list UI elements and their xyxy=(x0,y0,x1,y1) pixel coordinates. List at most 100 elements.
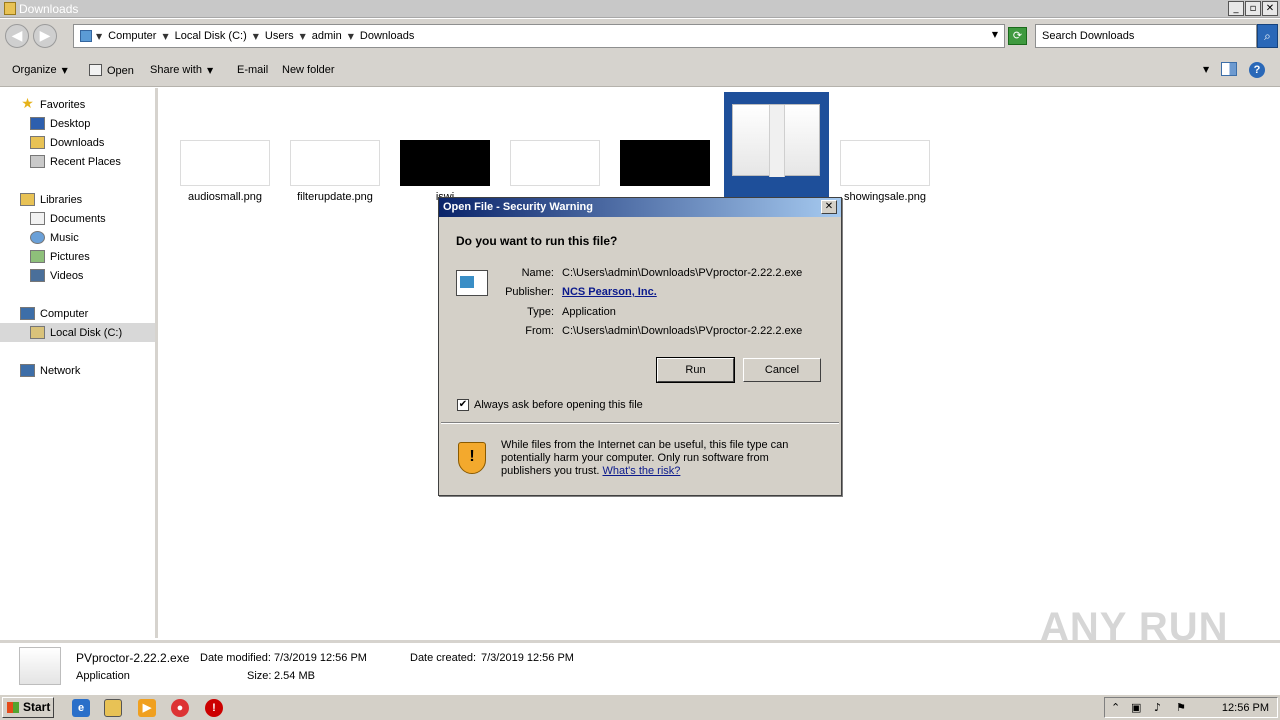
clock[interactable]: 12:56 PM xyxy=(1222,702,1269,714)
share-with-button[interactable]: Share with ▼ xyxy=(150,64,213,76)
view-options-button[interactable]: ▼ xyxy=(1198,63,1209,75)
sidebar-item-computer[interactable]: Computer xyxy=(0,304,155,323)
documents-icon xyxy=(30,212,45,225)
search-input[interactable]: Search Downloads xyxy=(1035,24,1257,48)
type-label: Type: xyxy=(527,306,554,318)
music-icon xyxy=(30,231,45,244)
folder-icon xyxy=(4,2,16,15)
application-icon xyxy=(456,270,488,296)
forward-button[interactable]: ▶ xyxy=(33,24,57,48)
name-label: Name: xyxy=(521,267,554,279)
help-icon[interactable]: ? xyxy=(1249,62,1265,78)
file-thumbnail xyxy=(510,140,600,186)
window-title: Downloads xyxy=(19,2,79,16)
system-tray: ⌃ ▣ ♪ ⚑ 12:56 PM xyxy=(1104,697,1278,718)
sidebar-item-network[interactable]: Network xyxy=(0,361,155,380)
sidebar-item-videos[interactable]: Videos xyxy=(0,266,155,285)
breadcrumb-users[interactable]: Users xyxy=(265,30,294,42)
start-button[interactable]: Start xyxy=(2,697,54,718)
file-thumbnail xyxy=(290,140,380,186)
breadcrumb-downloads[interactable]: Downloads xyxy=(360,30,414,42)
volume-icon[interactable]: ♪ xyxy=(1154,701,1161,714)
network-icon xyxy=(20,364,35,377)
chevron-up-icon[interactable]: ⌃ xyxy=(1111,701,1120,714)
breadcrumb-local-disk[interactable]: Local Disk (C:) xyxy=(175,30,247,42)
downloads-folder-icon xyxy=(30,136,45,149)
sidebar-item-libraries[interactable]: Libraries xyxy=(0,190,155,209)
from-value: C:\Users\admin\Downloads\PVproctor-2.22.… xyxy=(562,325,803,337)
file-thumbnail xyxy=(180,140,270,186)
window-controls: _ ▫ ✕ xyxy=(1228,1,1278,16)
recent-places-icon xyxy=(30,155,45,168)
breadcrumb-computer[interactable]: Computer xyxy=(108,30,156,42)
dialog-question: Do you want to run this file? xyxy=(456,234,618,248)
sidebar-item-favorites[interactable]: ★ Favorites xyxy=(0,95,155,114)
chevron-down-icon: ▼ xyxy=(61,66,68,75)
breadcrumb: ▼ Computer ▼ Local Disk (C:) ▼ Users ▼ a… xyxy=(96,30,415,42)
chrome-icon[interactable]: ● xyxy=(171,699,189,717)
preview-pane-icon[interactable] xyxy=(1221,62,1237,76)
close-button[interactable]: ✕ xyxy=(1262,1,1278,16)
created-label: Date created: xyxy=(410,652,477,664)
modified-label: Date modified: xyxy=(200,652,271,664)
stop-icon[interactable]: ! xyxy=(205,699,223,717)
search-icon[interactable]: ⌕ xyxy=(1257,24,1278,48)
network-tray-icon[interactable]: ▣ xyxy=(1131,701,1141,714)
selected-file-item[interactable] xyxy=(724,92,829,200)
file-thumbnail xyxy=(620,140,710,186)
star-icon: ★ xyxy=(21,96,34,112)
dialog-close-button[interactable]: ✕ xyxy=(821,200,837,214)
address-bar[interactable]: ▼ Computer ▼ Local Disk (C:) ▼ Users ▼ a… xyxy=(73,24,1005,48)
refresh-button[interactable]: ⟳ xyxy=(1008,27,1027,45)
shield-warning-icon: ! xyxy=(458,442,486,474)
created-value: 7/3/2019 12:56 PM xyxy=(481,652,574,664)
details-filename: PVproctor-2.22.2.exe xyxy=(76,651,190,665)
sidebar-item-downloads[interactable]: Downloads xyxy=(0,133,155,152)
installer-box-icon xyxy=(732,104,820,177)
taskbar: Start e ▶ ● ! ⌃ ▣ ♪ ⚑ 12:56 PM xyxy=(0,694,1280,720)
always-ask-checkbox[interactable]: ✔ xyxy=(457,399,469,411)
publisher-link[interactable]: NCS Pearson, Inc. xyxy=(562,286,657,298)
desktop-icon xyxy=(30,117,45,130)
minimize-button[interactable]: _ xyxy=(1228,1,1244,16)
videos-icon xyxy=(30,269,45,282)
chevron-down-icon[interactable]: ▼ xyxy=(992,30,998,39)
file-name: showingsale.png xyxy=(844,191,926,203)
warning-text: While files from the Internet can be use… xyxy=(501,439,789,477)
details-pane: PVproctor-2.22.2.exe Date modified: 7/3/… xyxy=(0,640,1280,692)
from-label: From: xyxy=(525,325,554,337)
sidebar-item-pictures[interactable]: Pictures xyxy=(0,247,155,266)
run-button[interactable]: Run xyxy=(656,357,735,383)
maximize-button[interactable]: ▫ xyxy=(1245,1,1261,16)
pictures-icon xyxy=(30,250,45,263)
sidebar-item-music[interactable]: Music xyxy=(0,228,155,247)
type-value: Application xyxy=(562,306,616,318)
organize-button[interactable]: Organize ▼ xyxy=(12,64,68,76)
open-button[interactable]: Open xyxy=(89,64,134,77)
file-name: filterupdate.png xyxy=(297,191,373,203)
sidebar-item-desktop[interactable]: Desktop xyxy=(0,114,155,133)
divider xyxy=(441,422,839,424)
size-label: Size: xyxy=(247,670,272,682)
publisher-label: Publisher: xyxy=(505,286,554,298)
cancel-button[interactable]: Cancel xyxy=(743,358,821,382)
explorer-icon[interactable] xyxy=(104,699,122,717)
details-type: Application xyxy=(76,670,130,682)
sidebar-item-local-disk[interactable]: Local Disk (C:) xyxy=(0,323,155,342)
sidebar-item-recent-places[interactable]: Recent Places xyxy=(0,152,155,171)
new-folder-button[interactable]: New folder xyxy=(282,64,335,76)
email-button[interactable]: E-mail xyxy=(237,64,268,76)
back-button[interactable]: ◀ xyxy=(5,24,29,48)
risk-link[interactable]: What's the risk? xyxy=(603,465,681,477)
media-player-icon[interactable]: ▶ xyxy=(138,699,156,717)
file-thumbnail xyxy=(840,140,930,186)
sidebar-item-documents[interactable]: Documents xyxy=(0,209,155,228)
security-warning-dialog: Open File - Security Warning ✕ Do you wa… xyxy=(438,197,842,496)
title-bar: Downloads _ ▫ ✕ xyxy=(0,0,1280,18)
modified-value: 7/3/2019 12:56 PM xyxy=(274,652,367,664)
action-center-flag-icon[interactable]: ⚑ xyxy=(1176,701,1186,714)
internet-explorer-icon[interactable]: e xyxy=(72,699,90,717)
breadcrumb-admin[interactable]: admin xyxy=(312,30,342,42)
address-row: ◀ ▶ ▼ Computer ▼ Local Disk (C:) ▼ Users… xyxy=(0,19,1280,53)
always-ask-label[interactable]: Always ask before opening this file xyxy=(474,399,643,411)
